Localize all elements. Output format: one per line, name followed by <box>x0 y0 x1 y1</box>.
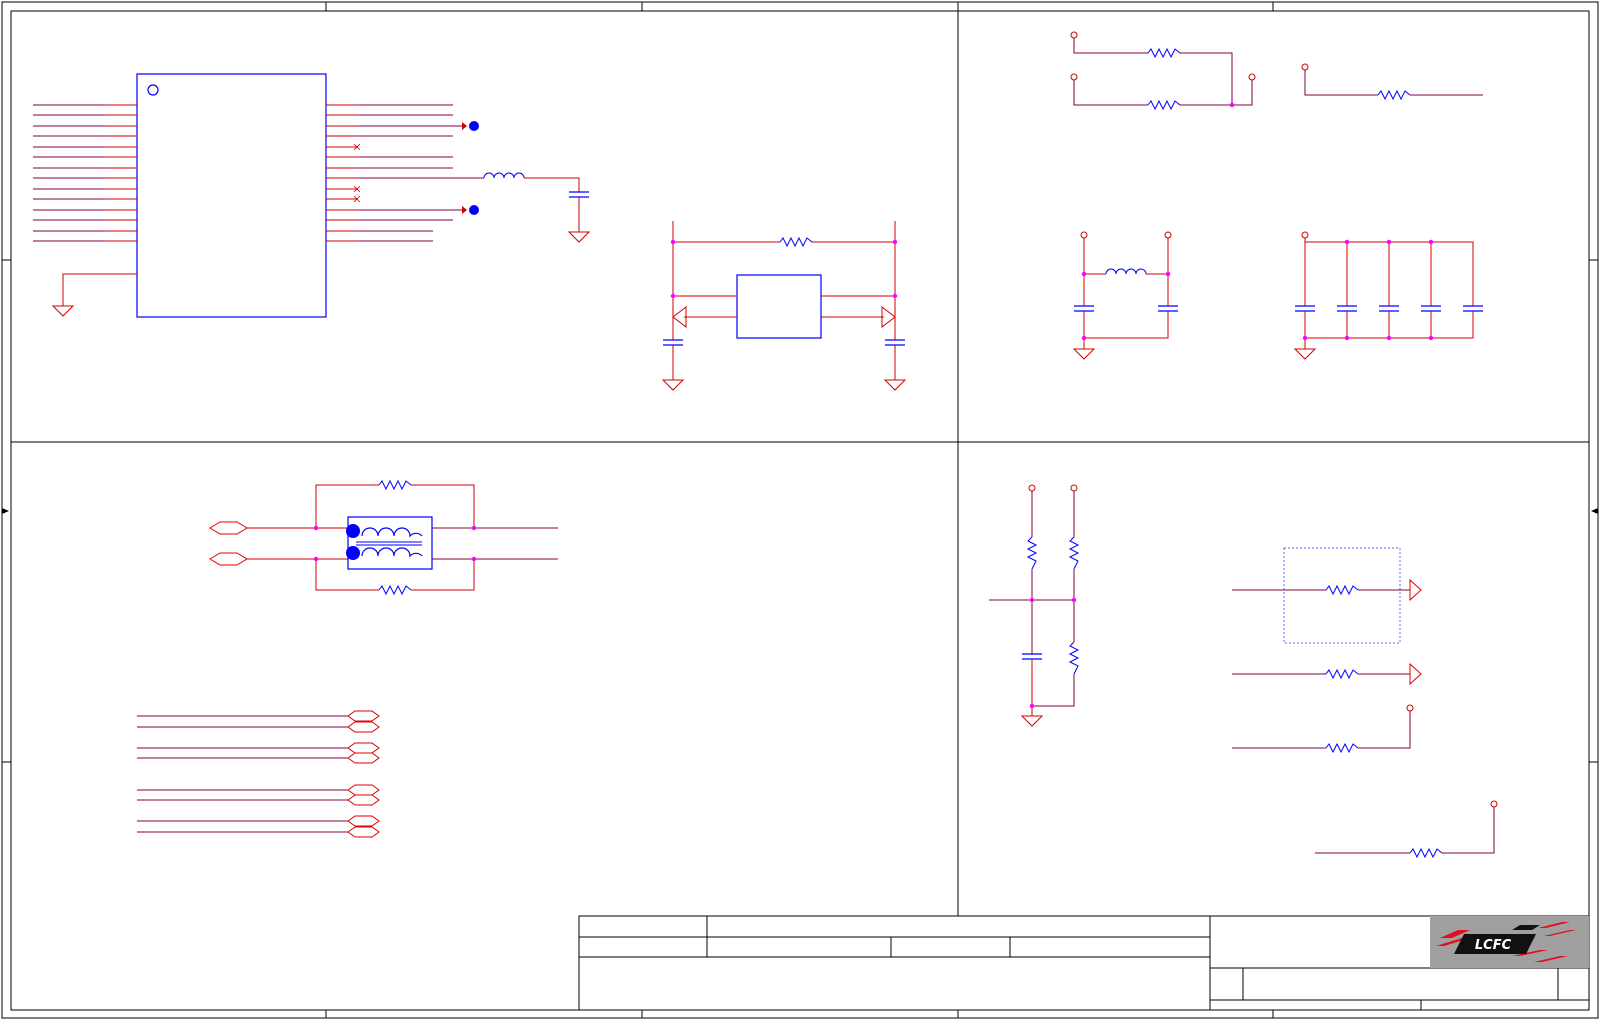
diff-port-n <box>209 552 248 566</box>
output-flag-1 <box>1409 578 1422 602</box>
power-pin-a <box>1070 31 1078 39</box>
decoupling-capacitors <box>1295 305 1483 312</box>
diff-pair-ports <box>137 710 380 838</box>
pullup-resistor-4 <box>1409 847 1443 859</box>
regulator-block <box>661 221 907 391</box>
choke-winding-2 <box>361 547 423 558</box>
sheet-frame <box>1 1 1599 1019</box>
divider-capacitor <box>1022 653 1042 660</box>
pi-inductor <box>1105 268 1147 275</box>
divider-resistor-2 <box>1068 536 1080 570</box>
divider-resistor-1 <box>1026 536 1038 570</box>
choke-dot-2 <box>346 546 360 560</box>
resistor-r2 <box>1147 99 1181 111</box>
output-flag-2 <box>1409 662 1422 686</box>
controller-ic-block <box>33 73 591 318</box>
ground-symbol <box>51 305 75 317</box>
termination-resistors <box>1232 547 1498 859</box>
series-resistor-1 <box>1325 584 1359 596</box>
filter-capacitor <box>569 191 589 198</box>
power-pin-c <box>1248 73 1256 81</box>
center-arrows <box>2 508 1598 514</box>
right-pin-stubs <box>326 104 358 242</box>
pi-cap-right <box>1158 305 1178 312</box>
resistor-r3 <box>1377 89 1411 101</box>
common-mode-choke-block <box>209 479 558 596</box>
regulator-ic <box>736 274 822 339</box>
bypass-resistor-bottom <box>378 584 412 596</box>
schematic-canvas: LCFC <box>1 1 1599 1019</box>
pi-cap-left <box>1074 305 1094 312</box>
pi-ground <box>1072 348 1096 360</box>
pullup-pair <box>1070 31 1256 111</box>
bias-divider <box>989 484 1080 727</box>
decoupling-ground <box>1293 348 1317 360</box>
pi-filter <box>1072 231 1178 360</box>
reg-junctions <box>670 239 898 299</box>
test-point-2 <box>462 205 479 215</box>
decoupling-bank <box>1293 231 1483 360</box>
divider-ground <box>1020 715 1044 727</box>
choke-winding-1 <box>361 527 423 538</box>
diff-port-p <box>209 521 248 535</box>
reg-ground-right <box>883 379 907 391</box>
divider-resistor-3 <box>1068 641 1080 675</box>
bypass-resistor-top <box>378 479 412 491</box>
reg-ground-left <box>661 379 685 391</box>
pin1-marker <box>147 84 159 96</box>
lcfc-logo-icon: LCFC <box>1430 916 1589 968</box>
optional-part-box <box>1283 547 1401 644</box>
schematic-sheet: LCFC <box>0 0 1600 1021</box>
input-capacitor <box>663 339 683 346</box>
power-pin-b <box>1070 73 1078 81</box>
inductor-wire <box>524 177 580 192</box>
left-bus-wires <box>33 104 105 242</box>
left-pin-stubs <box>105 104 137 275</box>
cap-ground-symbol <box>567 231 591 243</box>
ic-body <box>136 73 327 318</box>
pullup-resistor-3 <box>1325 742 1359 754</box>
pullup-single <box>1301 63 1483 101</box>
test-point-1 <box>462 121 479 131</box>
choke-dot-1 <box>346 524 360 538</box>
logo-text: LCFC <box>1475 938 1512 953</box>
series-resistor-2 <box>1325 668 1359 680</box>
choke-body <box>347 516 433 570</box>
output-capacitor <box>885 339 905 346</box>
no-connect-marks <box>353 143 361 203</box>
feedback-resistor <box>779 236 813 248</box>
ground-wire <box>62 273 105 306</box>
filter-inductor <box>483 172 525 179</box>
resistor-r1 <box>1147 47 1181 59</box>
